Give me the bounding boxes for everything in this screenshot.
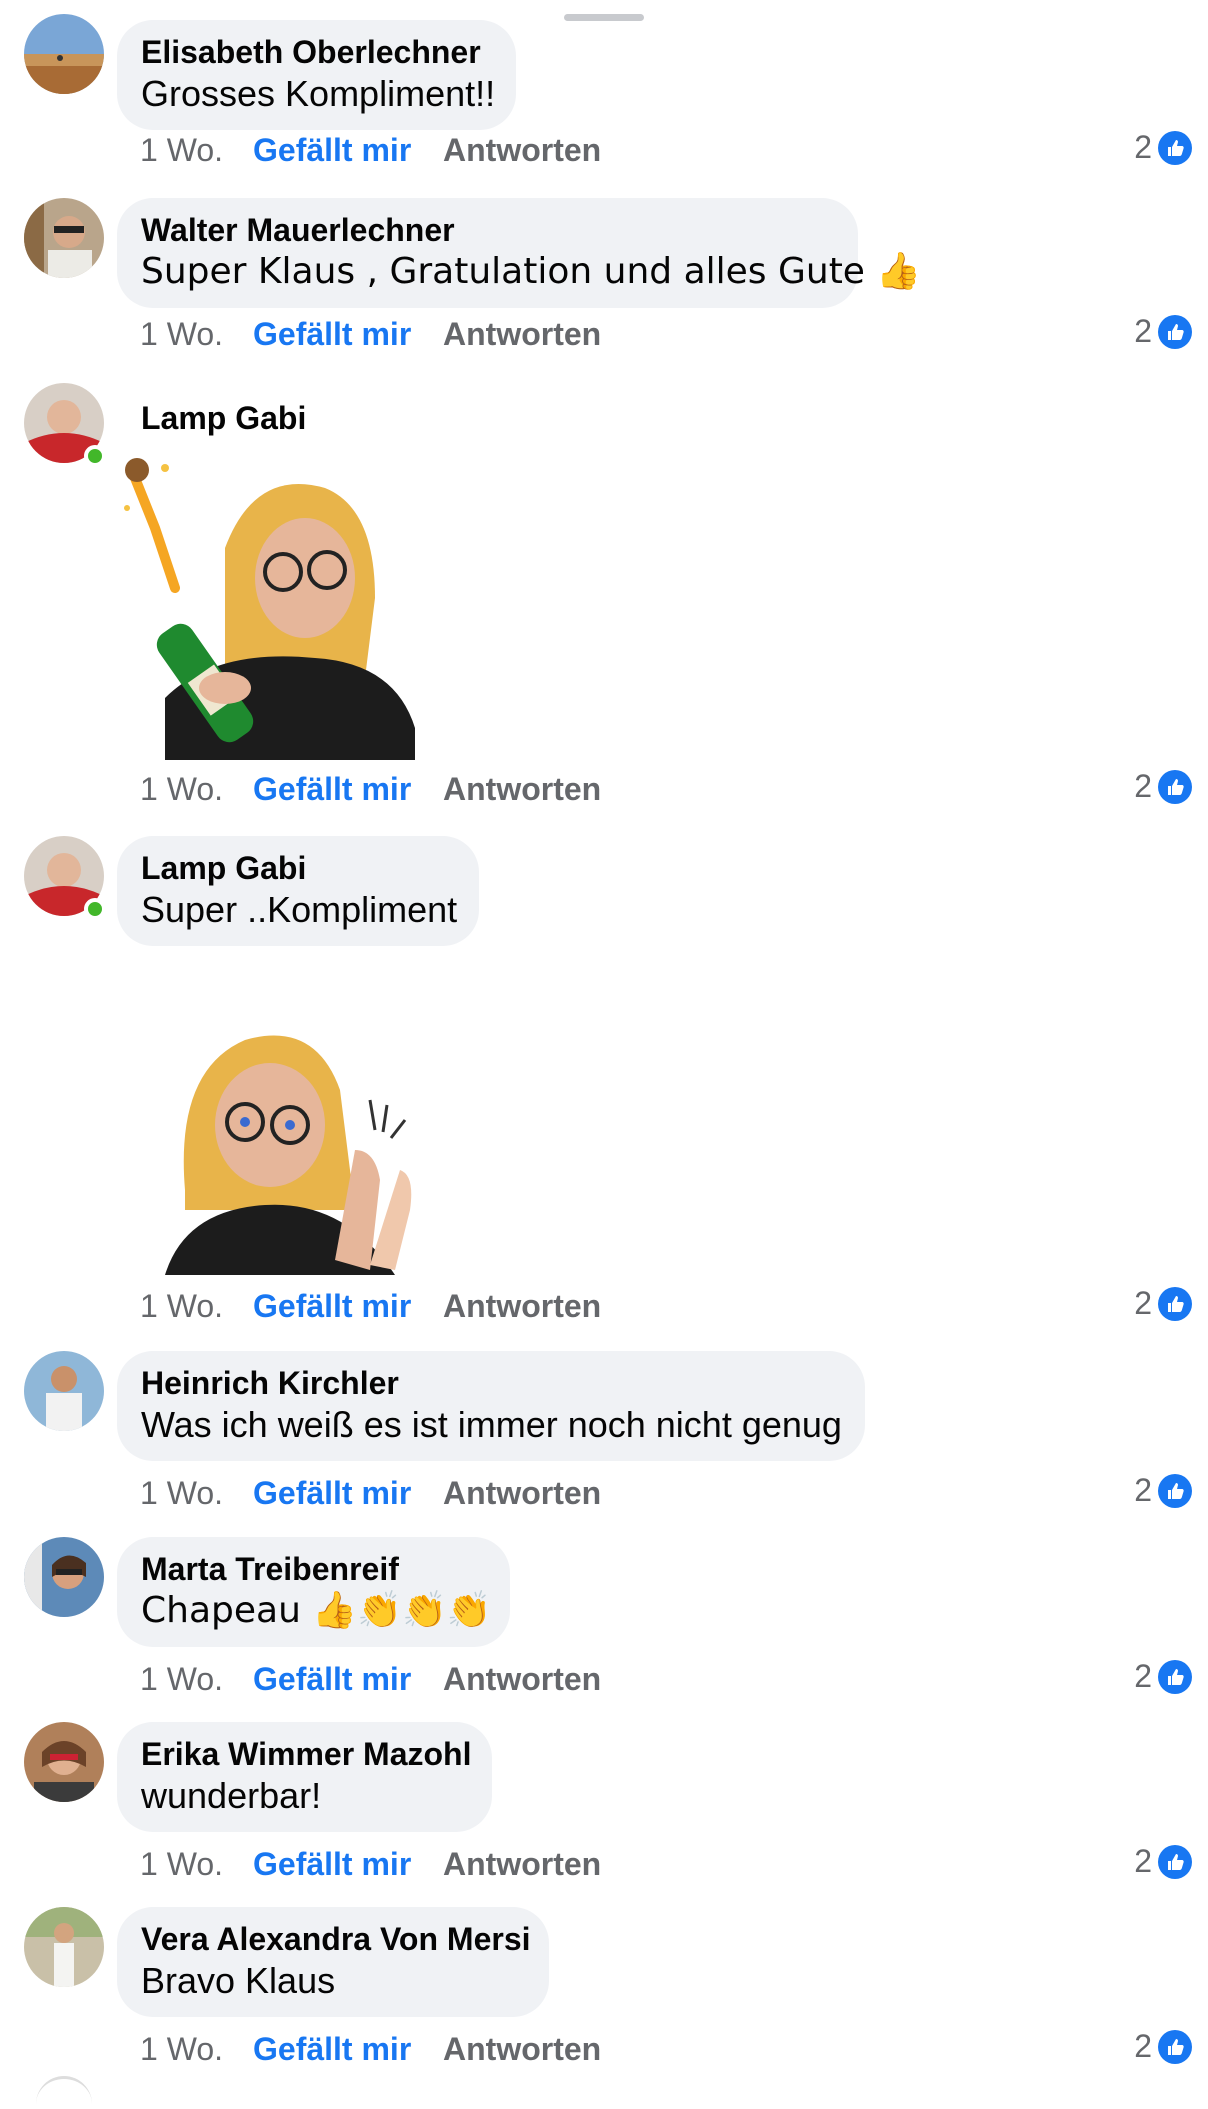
avatar[interactable]: [24, 1722, 104, 1802]
comment-text: Super Klaus , Gratulation und alles Gute…: [141, 251, 922, 292]
avatar[interactable]: [24, 1537, 104, 1617]
reaction-count-text: 2: [1134, 2028, 1152, 2064]
thumbs-up-icon: [1158, 314, 1192, 349]
thumbs-up-icon: [1158, 1659, 1192, 1694]
like-button[interactable]: Gefällt mir: [253, 1661, 411, 1698]
reply-button[interactable]: Antworten: [443, 1846, 601, 1883]
online-status-dot: [84, 445, 106, 467]
reaction-count[interactable]: 2: [1134, 1843, 1192, 1880]
reaction-count-text: 2: [1134, 1472, 1152, 1508]
reply-button[interactable]: Antworten: [443, 1475, 601, 1512]
reaction-count[interactable]: 2: [1134, 2028, 1192, 2065]
avatar[interactable]: [24, 383, 106, 467]
thumbs-up-icon: [1158, 2029, 1192, 2064]
comment-text: Chapeau 👍👏👏👏: [141, 1590, 492, 1631]
like-button[interactable]: Gefällt mir: [253, 1288, 411, 1325]
like-button[interactable]: Gefällt mir: [253, 132, 411, 169]
thumbs-up-icon: [1158, 1844, 1192, 1879]
comment-author[interactable]: Lamp Gabi: [141, 848, 455, 888]
reaction-count-text: 2: [1134, 768, 1152, 804]
thumbs-up-icon: [1158, 1473, 1192, 1508]
avatar[interactable]: [24, 1907, 104, 1987]
reaction-count-text: 2: [1134, 1285, 1152, 1321]
next-comment-avatar: [36, 2076, 92, 2109]
reply-button[interactable]: Antworten: [443, 316, 601, 353]
reaction-count[interactable]: 2: [1134, 129, 1192, 166]
comment-author[interactable]: Marta Treibenreif: [141, 1549, 486, 1589]
comment-time[interactable]: 1 Wo.: [140, 1661, 223, 1698]
comment-time[interactable]: 1 Wo.: [140, 771, 223, 808]
reaction-count[interactable]: 2: [1134, 1285, 1192, 1322]
thumbs-up-icon: [1158, 1286, 1192, 1321]
comment-time[interactable]: 1 Wo.: [140, 132, 223, 169]
comment-time[interactable]: 1 Wo.: [140, 1475, 223, 1512]
comment-time[interactable]: 1 Wo.: [140, 1288, 223, 1325]
avatar[interactable]: [24, 1351, 104, 1431]
like-button[interactable]: Gefällt mir: [253, 1846, 411, 1883]
reaction-count[interactable]: 2: [1134, 313, 1192, 350]
comment-bubble[interactable]: Heinrich Kirchler Was ich weiß es ist im…: [117, 1351, 865, 1461]
reaction-count-text: 2: [1134, 129, 1152, 165]
reply-button[interactable]: Antworten: [443, 132, 601, 169]
comment-text: Was ich weiß es ist immer noch nicht gen…: [141, 1404, 842, 1445]
reaction-count-text: 2: [1134, 313, 1152, 349]
like-button[interactable]: Gefällt mir: [253, 1475, 411, 1512]
reaction-count-text: 2: [1134, 1658, 1152, 1694]
comment-time[interactable]: 1 Wo.: [140, 316, 223, 353]
online-status-dot: [84, 898, 106, 920]
comment-author[interactable]: Lamp Gabi: [141, 398, 393, 438]
avatar[interactable]: [24, 836, 106, 920]
like-button[interactable]: Gefällt mir: [253, 771, 411, 808]
comment-bubble[interactable]: Walter Mauerlechner Super Klaus , Gratul…: [117, 198, 922, 308]
comment-text: Super ..Kompliment: [141, 889, 458, 930]
comment-author[interactable]: Erika Wimmer Mazohl: [141, 1734, 471, 1774]
avatar[interactable]: [24, 198, 104, 278]
reply-button[interactable]: Antworten: [443, 771, 601, 808]
reaction-count-text: 2: [1134, 1843, 1152, 1879]
comment-text: Bravo Klaus: [141, 1960, 336, 2001]
thumbs-up-icon: [1158, 130, 1192, 165]
avatar[interactable]: [24, 14, 104, 94]
comment-time[interactable]: 1 Wo.: [140, 1846, 223, 1883]
comment-text: wunderbar!: [141, 1775, 322, 1816]
reaction-count[interactable]: 2: [1134, 1472, 1192, 1509]
comment-author[interactable]: Heinrich Kirchler: [141, 1363, 841, 1403]
comment-author[interactable]: Elisabeth Oberlechner: [141, 32, 492, 72]
comment-bubble[interactable]: Vera Alexandra Von Mersi Bravo Klaus: [117, 1907, 549, 2017]
comment-author[interactable]: Walter Mauerlechner: [141, 210, 834, 250]
comment-author[interactable]: Vera Alexandra Von Mersi: [141, 1919, 531, 1959]
like-button[interactable]: Gefällt mir: [253, 316, 411, 353]
comment-time[interactable]: 1 Wo.: [140, 2031, 223, 2068]
comment-bubble[interactable]: Lamp Gabi Super ..Kompliment: [117, 836, 479, 946]
reply-button[interactable]: Antworten: [443, 1288, 601, 1325]
thumbs-up-icon: [1158, 769, 1192, 804]
comment-bubble[interactable]: Elisabeth Oberlechner Grosses Kompliment…: [117, 20, 516, 130]
comment-bubble[interactable]: Erika Wimmer Mazohl wunderbar!: [117, 1722, 492, 1832]
champagne-sticker[interactable]: [115, 448, 425, 760]
comment-bubble[interactable]: Marta Treibenreif Chapeau 👍👏👏👏: [117, 1537, 510, 1647]
like-button[interactable]: Gefällt mir: [253, 2031, 411, 2068]
reply-button[interactable]: Antworten: [443, 2031, 601, 2068]
reply-button[interactable]: Antworten: [443, 1661, 601, 1698]
comment-text: Grosses Kompliment!!: [141, 73, 496, 114]
reaction-count[interactable]: 2: [1134, 1658, 1192, 1695]
comment-bubble[interactable]: Lamp Gabi: [117, 386, 417, 446]
drag-handle[interactable]: [564, 14, 644, 21]
clapping-sticker[interactable]: [165, 1010, 445, 1275]
reaction-count[interactable]: 2: [1134, 768, 1192, 805]
